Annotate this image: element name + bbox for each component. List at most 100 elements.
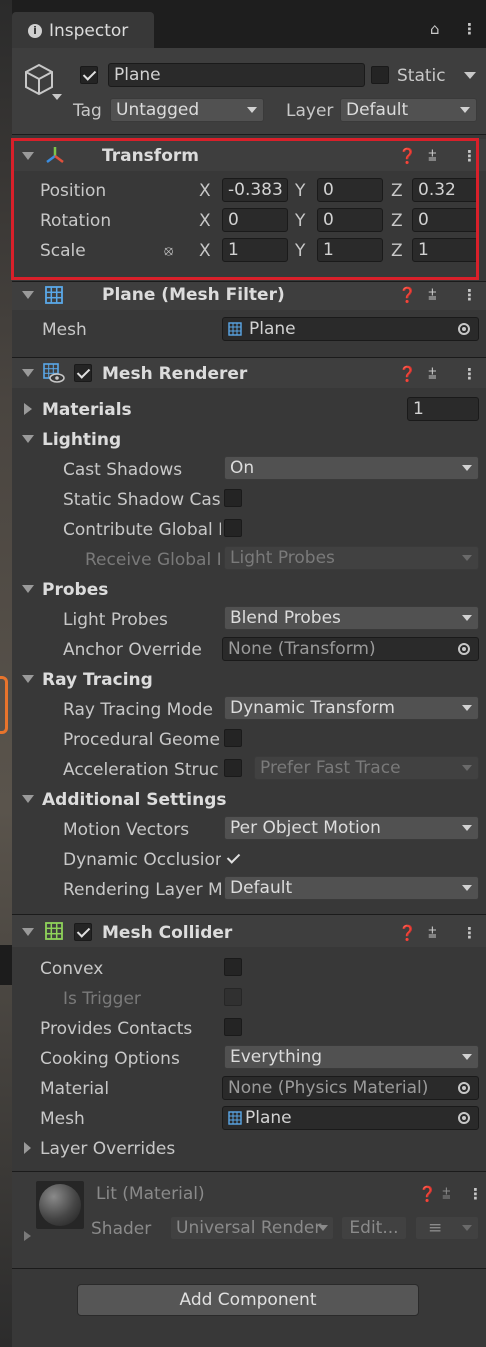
fold-open-icon[interactable] — [22, 928, 34, 936]
icon-dropdown-arrow[interactable] — [52, 94, 62, 100]
active-checkbox[interactable] — [80, 66, 98, 84]
mesh-filter-icon — [45, 286, 63, 304]
is-trigger-checkbox[interactable] — [224, 988, 242, 1006]
procedural-geometry-checkbox[interactable] — [224, 729, 242, 747]
layer-dropdown[interactable]: Default — [340, 98, 477, 122]
fold-open-icon[interactable] — [22, 585, 34, 593]
chevron-down-icon — [462, 1054, 472, 1060]
info-icon: i — [28, 24, 42, 38]
shader-label: Shader — [91, 1219, 152, 1239]
object-picker-icon[interactable] — [458, 643, 470, 655]
fold-open-icon[interactable] — [22, 435, 34, 443]
add-component-button[interactable]: Add Component — [77, 1284, 419, 1316]
static-checkbox[interactable] — [371, 66, 389, 84]
materials-label[interactable]: Materials — [42, 399, 132, 421]
mesh-object-field[interactable]: Plane — [222, 317, 479, 341]
mesh-renderer-enabled-checkbox[interactable] — [74, 364, 92, 382]
static-shadow-checkbox[interactable] — [224, 489, 242, 507]
lighting-label[interactable]: Lighting — [42, 429, 121, 451]
collider-mesh-label: Mesh — [40, 1109, 85, 1129]
object-picker-icon[interactable] — [458, 1082, 470, 1094]
chevron-down-icon — [462, 555, 472, 561]
receive-gi-value: Light Probes — [230, 548, 335, 568]
probes-label[interactable]: Probes — [42, 579, 108, 601]
fold-open-icon[interactable] — [22, 369, 34, 377]
ray-tracing-mode-dropdown[interactable]: Dynamic Transform — [224, 696, 479, 720]
tab-inspector[interactable]: i Inspector — [12, 12, 154, 48]
fold-open-icon[interactable] — [22, 795, 34, 803]
contribute-gi-checkbox[interactable] — [224, 519, 242, 537]
anchor-override-value: None (Transform) — [228, 639, 376, 659]
chevron-down-icon — [462, 825, 472, 831]
help-icon[interactable]: ❓ — [398, 924, 417, 942]
shader-dropdown[interactable]: Universal Render — [170, 1216, 334, 1240]
acceleration-structure-dropdown[interactable]: Prefer Fast Trace — [254, 756, 479, 780]
anchor-override-field[interactable]: None (Transform) — [222, 637, 479, 661]
mesh-icon — [228, 1111, 242, 1125]
fold-open-icon[interactable] — [22, 291, 34, 299]
edit-shader-button[interactable]: Edit... — [341, 1216, 407, 1240]
component-menu-icon[interactable]: ⋮ — [462, 924, 477, 942]
presets-icon[interactable]: ⩲ — [428, 286, 437, 304]
collider-mesh-field[interactable]: Plane — [222, 1106, 479, 1130]
chevron-down-icon — [462, 1225, 472, 1231]
transform-highlight-box — [11, 138, 479, 280]
light-probes-dropdown[interactable]: Blend Probes — [224, 606, 479, 630]
object-picker-icon[interactable] — [458, 1112, 470, 1124]
more-menu-icon[interactable]: ⋮ — [462, 20, 477, 38]
motion-vectors-dropdown[interactable]: Per Object Motion — [224, 816, 479, 840]
material-preview-sphere[interactable] — [36, 1181, 84, 1229]
presets-icon[interactable]: ⩲ — [442, 1185, 451, 1203]
layer-overrides-label[interactable]: Layer Overrides — [40, 1138, 175, 1160]
anchor-override-label: Anchor Override — [63, 640, 202, 660]
presets-icon[interactable]: ⩲ — [428, 924, 437, 942]
help-icon[interactable]: ❓ — [398, 365, 417, 383]
collider-mesh-value: Plane — [245, 1108, 292, 1128]
rendering-layer-mask-dropdown[interactable]: Default — [224, 876, 479, 900]
mesh-value: Plane — [249, 319, 296, 339]
convex-checkbox[interactable] — [224, 958, 242, 976]
provides-contacts-label: Provides Contacts — [40, 1019, 193, 1039]
object-picker-icon[interactable] — [458, 323, 470, 335]
presets-icon[interactable]: ⩲ — [428, 365, 437, 383]
rendering-layer-mask-label: Rendering Layer M — [63, 880, 221, 900]
tag-dropdown[interactable]: Untagged — [110, 98, 264, 122]
lock-icon[interactable]: ⌂ — [430, 20, 440, 38]
gameobject-cube-icon[interactable] — [22, 62, 56, 98]
mesh-filter-title: Plane (Mesh Filter) — [102, 285, 285, 305]
fold-open-icon[interactable] — [22, 675, 34, 683]
component-menu-icon[interactable]: ⋮ — [468, 1185, 483, 1203]
procedural-geometry-label: Procedural Geome — [63, 730, 220, 750]
mesh-collider-enabled-checkbox[interactable] — [74, 923, 92, 941]
physics-material-field[interactable]: None (Physics Material) — [222, 1076, 479, 1100]
fold-closed-icon[interactable] — [24, 1142, 31, 1154]
acceleration-structure-checkbox[interactable] — [224, 759, 242, 777]
help-icon[interactable]: ❓ — [398, 286, 417, 304]
mesh-collider-title: Mesh Collider — [102, 923, 233, 943]
ray-tracing-label[interactable]: Ray Tracing — [42, 669, 153, 691]
object-name-field[interactable]: Plane — [108, 63, 365, 87]
is-trigger-label: Is Trigger — [63, 989, 141, 1009]
provides-contacts-checkbox[interactable] — [224, 1018, 242, 1036]
help-icon[interactable]: ❓ — [418, 1185, 437, 1203]
component-menu-icon[interactable]: ⋮ — [462, 286, 477, 304]
shader-value: Universal Render — [176, 1218, 322, 1238]
materials-count-field[interactable]: 1 — [407, 397, 479, 421]
shader-list-dropdown[interactable]: ≡ — [415, 1216, 479, 1240]
cooking-options-value: Everything — [230, 1047, 323, 1067]
mesh-renderer-icon — [43, 363, 65, 383]
receive-gi-dropdown[interactable]: Light Probes — [224, 546, 479, 570]
cast-shadows-label: Cast Shadows — [63, 460, 183, 480]
dynamic-occlusion-checkbox[interactable] — [224, 849, 242, 867]
fold-closed-icon[interactable] — [24, 1231, 31, 1241]
static-dropdown-arrow[interactable] — [464, 72, 476, 79]
cooking-options-dropdown[interactable]: Everything — [224, 1045, 479, 1069]
additional-settings-label[interactable]: Additional Settings — [42, 789, 227, 811]
cast-shadows-dropdown[interactable]: On — [224, 456, 479, 480]
list-icon: ≡ — [428, 1218, 443, 1238]
edit-label: Edit... — [349, 1218, 399, 1238]
tab-label: Inspector — [49, 21, 129, 41]
separator — [12, 134, 486, 135]
component-menu-icon[interactable]: ⋮ — [462, 365, 477, 383]
fold-closed-icon[interactable] — [24, 403, 32, 415]
